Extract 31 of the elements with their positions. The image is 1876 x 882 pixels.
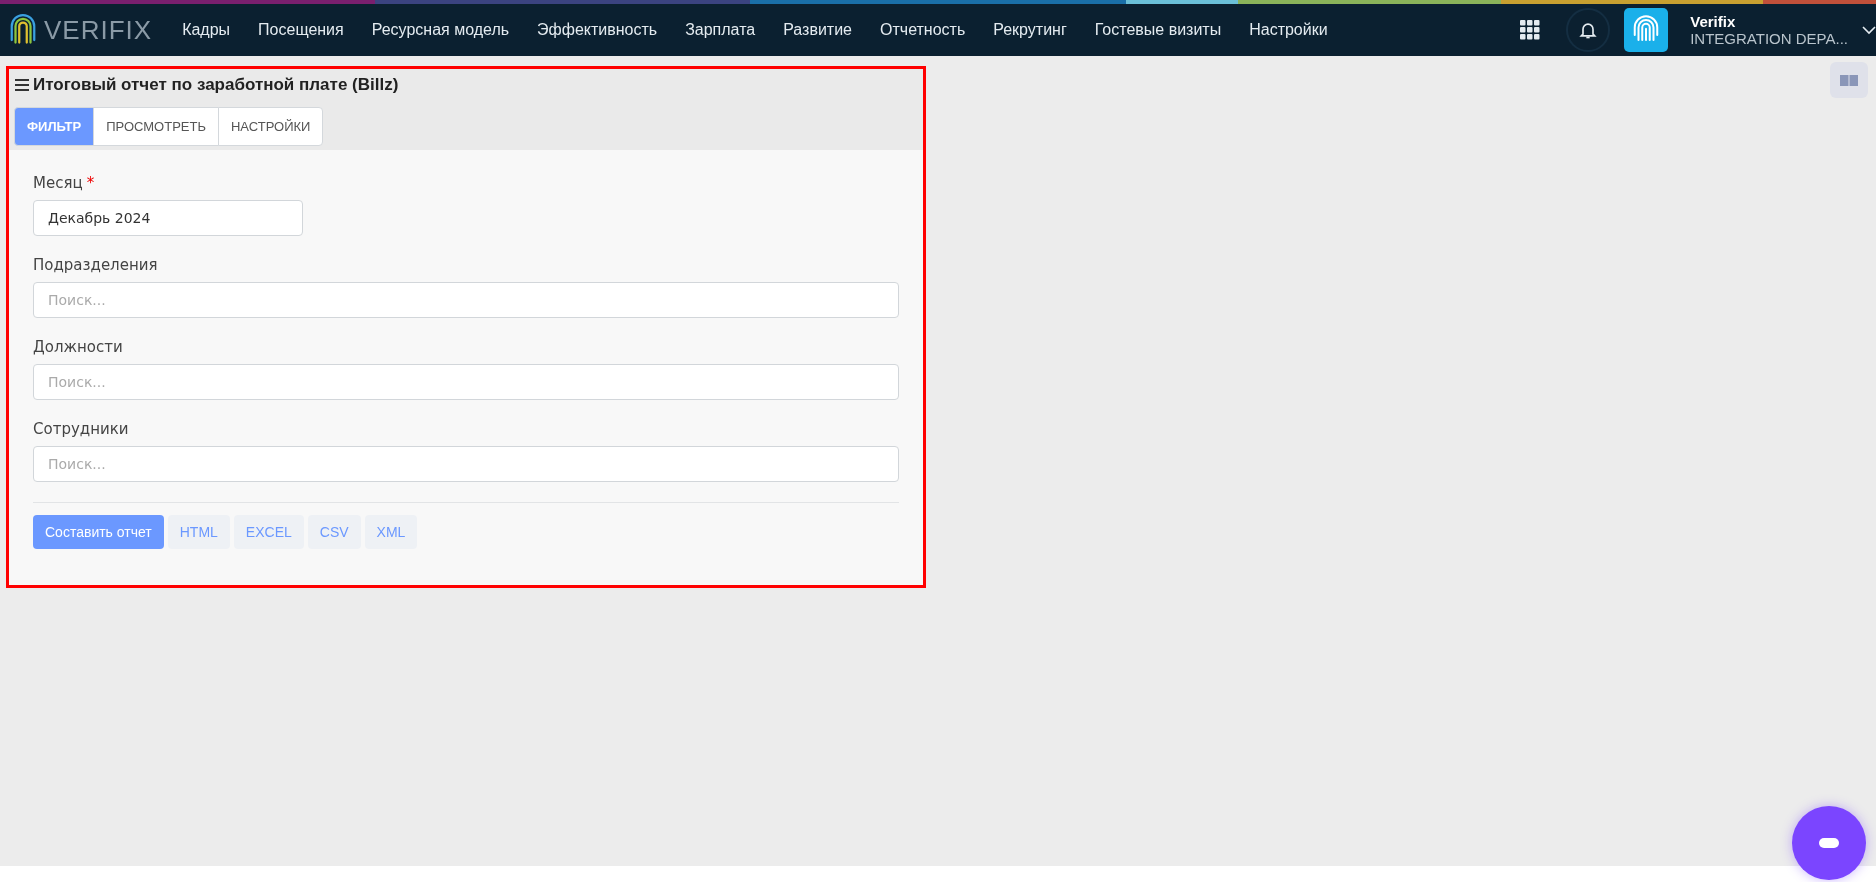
nav-link[interactable]: Посещения — [258, 21, 344, 39]
input-field[interactable]: Поиск... — [33, 282, 899, 318]
report-title: Итоговый отчет по заработной плате (Billz) — [33, 75, 399, 95]
logo-text: VERIFIX — [44, 14, 153, 46]
tab[interactable]: ПРОСМОТРЕТЬ — [93, 107, 219, 146]
user-name: Verifix — [1690, 13, 1737, 30]
nav-link[interactable]: Развитие — [783, 21, 852, 39]
input-field[interactable]: Декабрь 2024 — [33, 200, 303, 236]
notification-bell-icon[interactable] — [1566, 8, 1611, 52]
nav-link[interactable]: Отчетность — [880, 21, 966, 39]
nav-link[interactable]: Рекрутинг — [993, 21, 1067, 39]
company-name: INTEGRATION DEPA... — [1690, 30, 1848, 47]
dash-icon — [1819, 838, 1839, 848]
nav-link[interactable]: Гостевые визиты — [1094, 21, 1222, 39]
chat-button[interactable] — [1792, 806, 1866, 880]
tab[interactable]: НАСТРОЙКИ — [218, 107, 324, 146]
nav-link[interactable]: Кадры — [182, 21, 231, 39]
menu-icon[interactable] — [15, 79, 29, 91]
input-field[interactable]: Поиск... — [33, 364, 899, 400]
field-label: Подразделения — [33, 256, 158, 274]
field-label: Должности — [33, 338, 123, 356]
nav-link[interactable]: Эффективность — [537, 21, 658, 39]
field-label: Месяц — [33, 174, 83, 192]
field-label: Сотрудники — [33, 420, 129, 438]
nav-link[interactable]: Зарплата — [685, 21, 756, 39]
fingerprint-avatar[interactable] — [1624, 8, 1669, 52]
chevron-down-icon[interactable] — [1862, 25, 1876, 35]
nav-link[interactable]: Настройки — [1249, 21, 1328, 39]
input-field[interactable]: Поиск... — [33, 446, 899, 482]
required-asterisk: * — [86, 174, 95, 192]
nav-link[interactable]: Ресурсная модель — [371, 21, 510, 39]
